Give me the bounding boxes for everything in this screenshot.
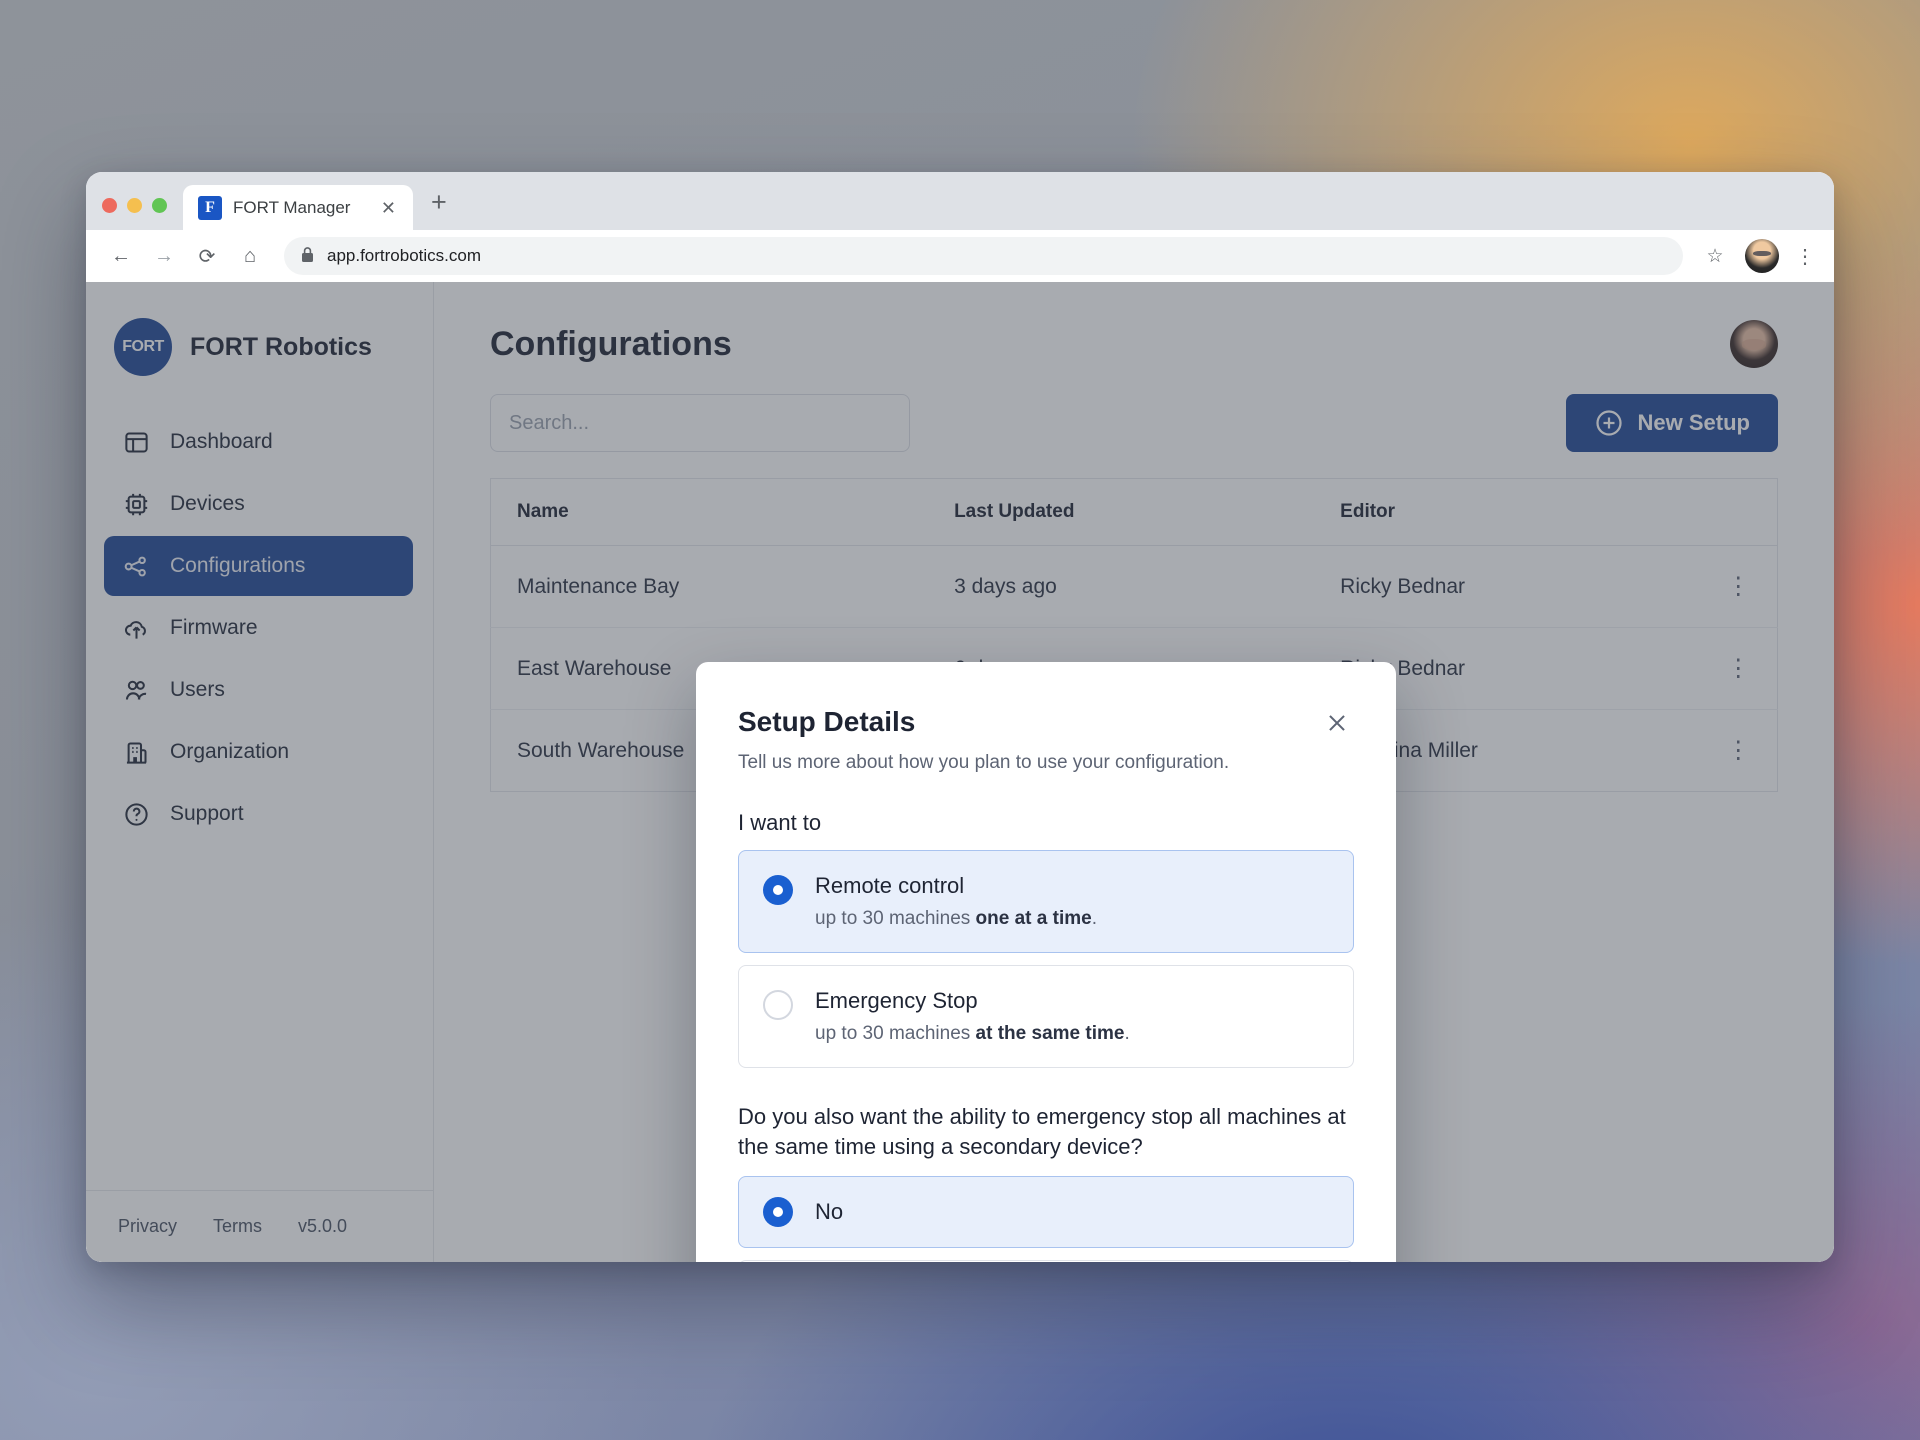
browser-tabstrip: F FORT Manager ✕ +	[86, 172, 1834, 230]
radio-icon[interactable]	[763, 1197, 793, 1228]
modal-title: Setup Details	[738, 706, 916, 737]
address-bar-url: app.fortrobotics.com	[327, 246, 482, 265]
browser-window: F FORT Manager ✕ + ← → ⟳ ⌂ app.fortrobot…	[86, 172, 1834, 1262]
option-secondary-no[interactable]: No	[738, 1176, 1354, 1249]
forward-arrow-icon[interactable]: →	[145, 237, 183, 275]
option-desc-bold: one at a time	[975, 907, 1092, 929]
reload-icon[interactable]: ⟳	[188, 237, 226, 275]
favicon-icon: F	[198, 195, 222, 220]
option-secondary-yes[interactable]: Yes	[738, 1260, 1354, 1262]
option-desc-suffix: .	[1091, 907, 1097, 929]
modal-subtitle: Tell us more about how you plan to use y…	[738, 752, 1230, 773]
browser-toolbar: ← → ⟳ ⌂ app.fortrobotics.com ☆ ⋮	[86, 230, 1834, 282]
lock-icon	[300, 246, 315, 266]
option-desc-prefix: up to 30 machines	[815, 907, 976, 929]
option-emergency-stop[interactable]: Emergency Stop up to 30 machines at the …	[738, 964, 1354, 1068]
bookmark-star-icon[interactable]: ☆	[1698, 245, 1732, 268]
window-traffic-lights	[102, 198, 167, 230]
back-arrow-icon[interactable]: ←	[102, 237, 140, 275]
browser-profile-avatar[interactable]	[1745, 239, 1779, 273]
modal-header: Setup Details Tell us more about how you…	[738, 706, 1354, 776]
option-description: up to 30 machines at the same time.	[815, 1023, 1130, 1045]
new-tab-icon[interactable]: +	[431, 189, 447, 230]
setup-details-modal: Setup Details Tell us more about how you…	[696, 662, 1396, 1262]
address-bar[interactable]: app.fortrobotics.com	[284, 237, 1683, 275]
maximize-window-button[interactable]	[152, 198, 167, 213]
option-desc-prefix: up to 30 machines	[815, 1022, 976, 1044]
option-title: Emergency Stop	[815, 987, 978, 1013]
tab-title: FORT Manager	[233, 197, 351, 217]
home-icon[interactable]: ⌂	[231, 237, 269, 275]
close-icon[interactable]: ✕	[378, 197, 399, 219]
secondary-device-question: Do you also want the ability to emergenc…	[738, 1103, 1346, 1159]
option-title: Remote control	[815, 872, 965, 898]
field-label-i-want-to: I want to	[738, 809, 822, 835]
radio-icon[interactable]	[763, 989, 793, 1020]
close-window-button[interactable]	[102, 198, 117, 213]
browser-menu-icon[interactable]: ⋮	[1792, 244, 1818, 269]
browser-tab[interactable]: F FORT Manager ✕	[183, 185, 413, 230]
radio-icon[interactable]	[763, 874, 793, 905]
option-remote-control[interactable]: Remote control up to 30 machines one at …	[738, 849, 1354, 953]
option-description: up to 30 machines one at a time.	[815, 908, 1097, 930]
option-desc-bold: at the same time	[975, 1022, 1125, 1044]
option-desc-suffix: .	[1124, 1022, 1130, 1044]
minimize-window-button[interactable]	[127, 198, 142, 213]
close-icon[interactable]	[1320, 706, 1354, 740]
option-title: No	[815, 1199, 844, 1225]
app-root: FORT FORT Robotics Dashboard Devices Con…	[86, 282, 1834, 1262]
